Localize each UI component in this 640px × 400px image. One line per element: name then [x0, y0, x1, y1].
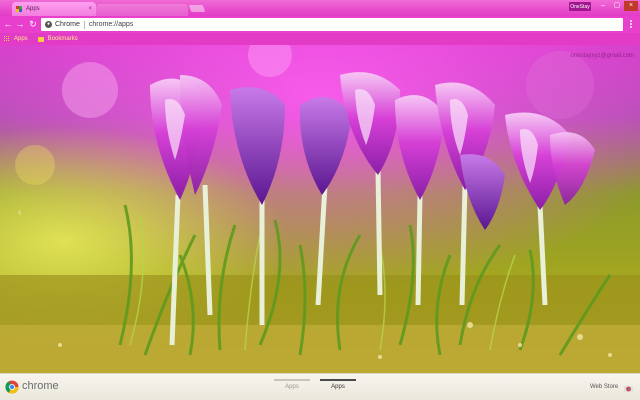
chrome-page-icon: ●: [45, 21, 52, 28]
title-bar: Apps × OneStay – ▢ ×: [0, 0, 640, 16]
chrome-wordmark: chrome: [22, 380, 59, 392]
address-bar[interactable]: ● Chrome chrome://apps: [41, 18, 623, 31]
close-window-button[interactable]: ×: [624, 1, 638, 11]
previous-page-arrow[interactable]: ‹: [18, 207, 21, 218]
new-tab-page: onestayxyz@gmail.com ‹: [0, 45, 640, 373]
background-tab[interactable]: [96, 4, 188, 16]
toolbar: ← → ↻ ● Chrome chrome://apps: [0, 16, 640, 33]
page-tab-2[interactable]: Apps: [320, 379, 356, 399]
bookmark-label: Bookmarks: [47, 36, 78, 42]
minimize-button[interactable]: –: [596, 1, 610, 11]
page-tab-label: Apps: [331, 384, 345, 390]
webstore-link[interactable]: Web Store: [590, 384, 618, 390]
app-launcher-footer: chrome Apps Apps Web Store: [0, 373, 640, 400]
page-indicator-bar-active: [320, 379, 356, 381]
tab-apps[interactable]: Apps ×: [12, 2, 96, 16]
bookmark-folder[interactable]: Bookmarks: [37, 36, 78, 42]
profile-badge[interactable]: OneStay: [569, 2, 591, 11]
maximize-button[interactable]: ▢: [610, 1, 624, 11]
page-tab-1[interactable]: Apps: [274, 379, 310, 399]
reload-button[interactable]: ↻: [28, 19, 38, 29]
crocus-background-image: [0, 45, 640, 373]
apps-grid-icon: [4, 36, 10, 42]
bookmark-label: Apps: [14, 36, 28, 42]
bookmarks-bar: Apps Bookmarks: [0, 33, 640, 45]
omnibox-divider: [83, 20, 85, 29]
menu-icon[interactable]: [627, 19, 635, 29]
folder-icon: [37, 36, 44, 42]
page-indicator-bar: [274, 379, 310, 381]
account-email[interactable]: onestayxyz@gmail.com: [571, 53, 634, 59]
page-tab-label: Apps: [285, 384, 299, 390]
apps-icon: [16, 6, 22, 12]
webstore-icon[interactable]: [624, 384, 633, 392]
site-chip: Chrome: [55, 21, 80, 28]
forward-button[interactable]: →: [15, 19, 25, 29]
tab-title: Apps: [26, 6, 40, 12]
tab-close-icon[interactable]: ×: [88, 6, 92, 12]
chrome-logo-icon: [5, 380, 19, 394]
new-tab-button[interactable]: [188, 5, 206, 12]
bookmark-apps[interactable]: Apps: [4, 36, 28, 42]
back-button[interactable]: ←: [3, 19, 13, 29]
url-text[interactable]: chrome://apps: [89, 21, 133, 28]
